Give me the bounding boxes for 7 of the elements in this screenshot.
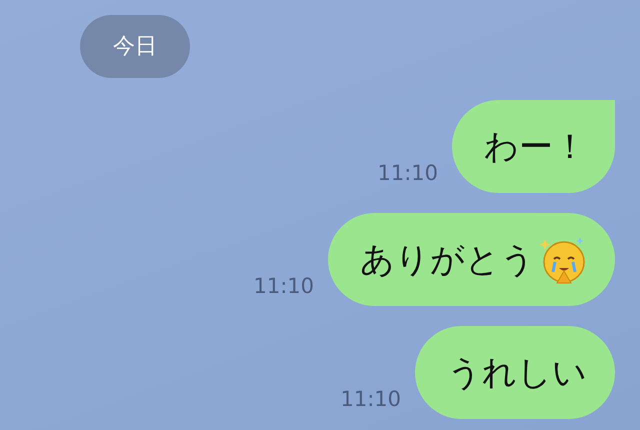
message-time: 11:10 (377, 161, 438, 187)
date-label: 今日 (80, 15, 190, 78)
message-time: 11:10 (253, 274, 314, 300)
message-bubble: わー！ (452, 100, 615, 193)
message-time: 11:10 (340, 387, 401, 413)
message-bubble: うれしい (415, 326, 615, 419)
message-bubble: ありがとう (328, 213, 615, 306)
